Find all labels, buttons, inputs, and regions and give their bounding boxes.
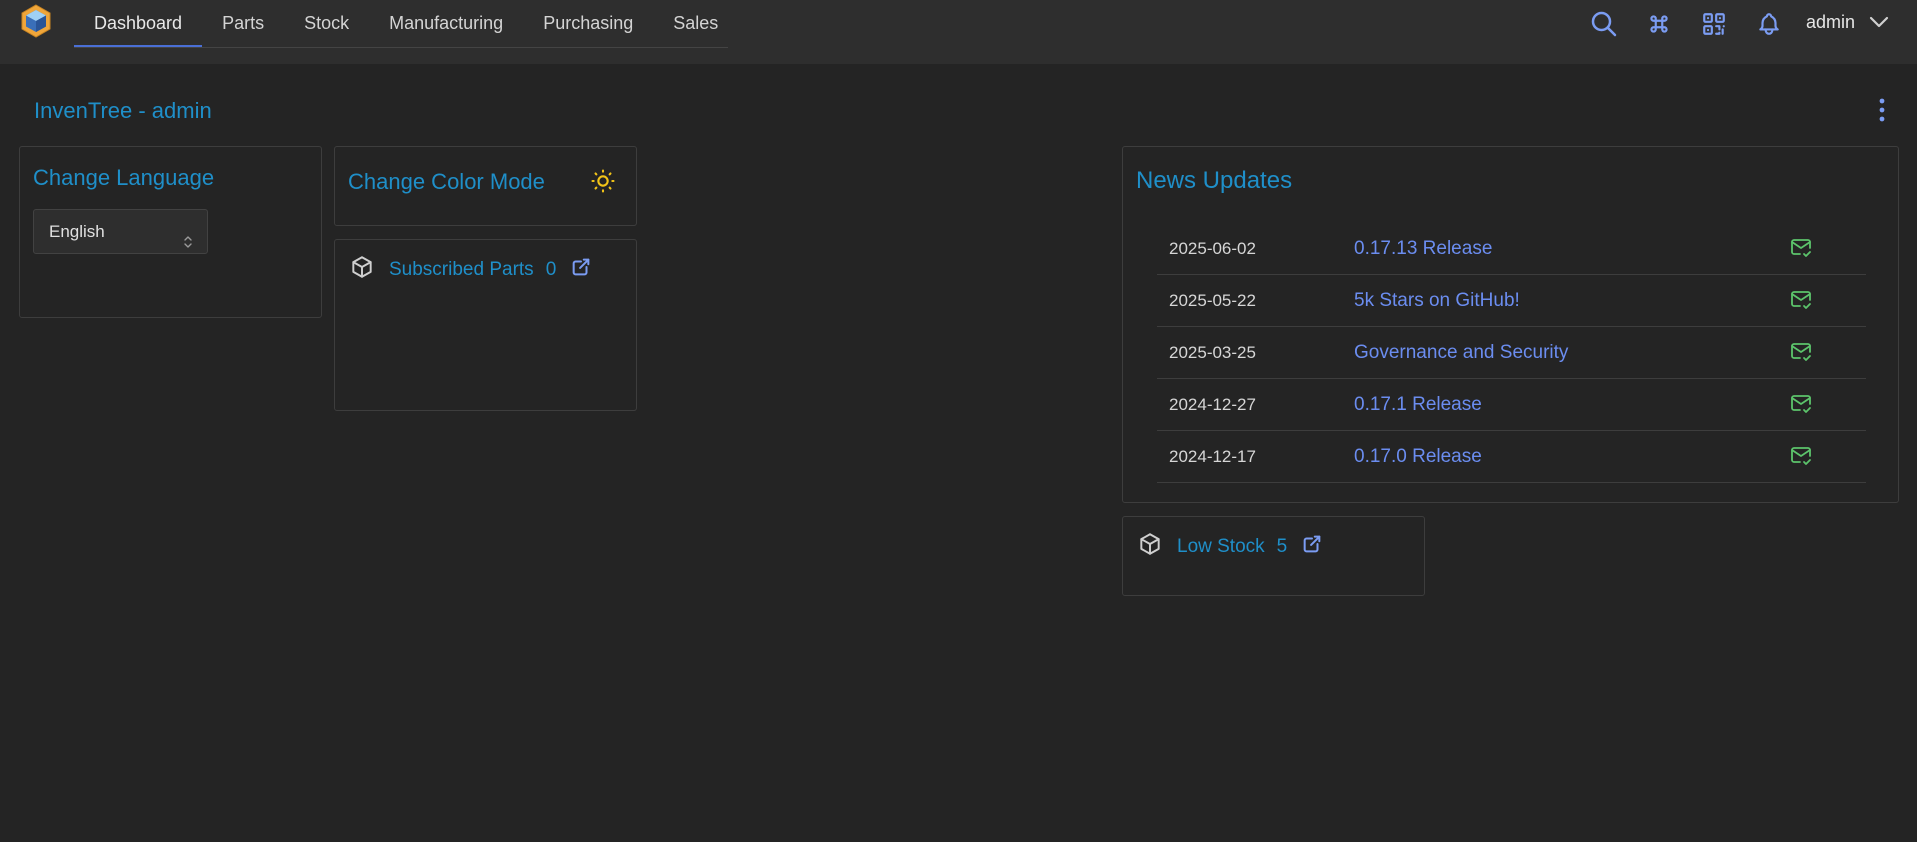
tab-purchasing[interactable]: Purchasing bbox=[523, 0, 653, 47]
news-link[interactable]: Governance and Security bbox=[1354, 342, 1568, 364]
select-chevron-icon bbox=[183, 223, 193, 266]
language-select-value: English bbox=[49, 222, 105, 241]
table-row: 2025-03-25 Governance and Security bbox=[1157, 327, 1866, 379]
color-mode-card: Change Color Mode bbox=[334, 146, 637, 226]
inventree-logo-icon[interactable] bbox=[20, 4, 52, 38]
bell-icon[interactable] bbox=[1753, 8, 1785, 40]
news-date: 2025-06-02 bbox=[1169, 238, 1256, 258]
color-mode-title: Change Color Mode bbox=[348, 169, 545, 194]
language-select[interactable]: English bbox=[33, 209, 208, 254]
mail-check-icon[interactable] bbox=[1789, 287, 1813, 316]
mail-check-icon[interactable] bbox=[1789, 339, 1813, 368]
external-link-icon[interactable] bbox=[570, 256, 592, 284]
news-date: 2025-03-25 bbox=[1169, 342, 1256, 362]
page-title: InvenTree - admin bbox=[34, 98, 212, 123]
news-date: 2025-05-22 bbox=[1169, 290, 1256, 310]
mail-check-icon[interactable] bbox=[1789, 391, 1813, 420]
chevron-down-icon bbox=[1869, 12, 1889, 33]
subscribed-parts-count: 0 bbox=[545, 259, 557, 280]
language-card: Change Language English bbox=[19, 146, 322, 318]
mail-check-icon[interactable] bbox=[1789, 235, 1813, 264]
top-navigation-bar: Dashboard Parts Stock Manufacturing Purc… bbox=[0, 0, 1917, 64]
main-tabs: Dashboard Parts Stock Manufacturing Purc… bbox=[74, 0, 728, 48]
news-link[interactable]: 0.17.1 Release bbox=[1354, 394, 1482, 416]
news-date: 2024-12-27 bbox=[1169, 394, 1256, 414]
news-table: 2025-06-02 0.17.13 Release 2025-05-22 5k… bbox=[1157, 223, 1866, 483]
sun-icon[interactable] bbox=[589, 167, 617, 200]
box-icon bbox=[1137, 531, 1163, 563]
news-link[interactable]: 0.17.0 Release bbox=[1354, 446, 1482, 468]
mail-check-icon[interactable] bbox=[1789, 443, 1813, 472]
tab-parts[interactable]: Parts bbox=[202, 0, 284, 47]
table-row: 2024-12-17 0.17.0 Release bbox=[1157, 431, 1866, 483]
tab-dashboard[interactable]: Dashboard bbox=[74, 0, 203, 47]
tab-manufacturing[interactable]: Manufacturing bbox=[369, 0, 523, 47]
news-updates-title: News Updates bbox=[1136, 167, 1293, 194]
tab-sales[interactable]: Sales bbox=[653, 0, 738, 47]
low-stock-label[interactable]: Low Stock bbox=[1177, 536, 1265, 558]
qr-code-icon[interactable] bbox=[1698, 8, 1730, 40]
search-icon[interactable] bbox=[1588, 8, 1620, 40]
news-updates-card: News Updates 2025-06-02 0.17.13 Release … bbox=[1122, 146, 1899, 503]
tab-stock[interactable]: Stock bbox=[284, 0, 369, 47]
table-row: 2024-12-27 0.17.1 Release bbox=[1157, 379, 1866, 431]
table-row: 2025-06-02 0.17.13 Release bbox=[1157, 223, 1866, 275]
news-link[interactable]: 5k Stars on GitHub! bbox=[1354, 290, 1520, 312]
user-name: admin bbox=[1806, 12, 1856, 32]
user-menu[interactable]: admin bbox=[1806, 12, 1889, 33]
low-stock-count: 5 bbox=[1276, 536, 1288, 557]
more-options-icon[interactable] bbox=[1870, 96, 1894, 124]
command-icon[interactable] bbox=[1643, 8, 1675, 40]
subscribed-parts-card: Subscribed Parts 0 bbox=[334, 239, 637, 411]
news-link[interactable]: 0.17.13 Release bbox=[1354, 238, 1492, 260]
box-icon bbox=[349, 254, 375, 286]
low-stock-card: Low Stock 5 bbox=[1122, 516, 1425, 596]
subscribed-parts-label[interactable]: Subscribed Parts bbox=[389, 259, 534, 281]
language-card-title: Change Language bbox=[33, 165, 215, 190]
table-row: 2025-05-22 5k Stars on GitHub! bbox=[1157, 275, 1866, 327]
news-date: 2024-12-17 bbox=[1169, 446, 1256, 466]
external-link-icon[interactable] bbox=[1301, 533, 1323, 561]
